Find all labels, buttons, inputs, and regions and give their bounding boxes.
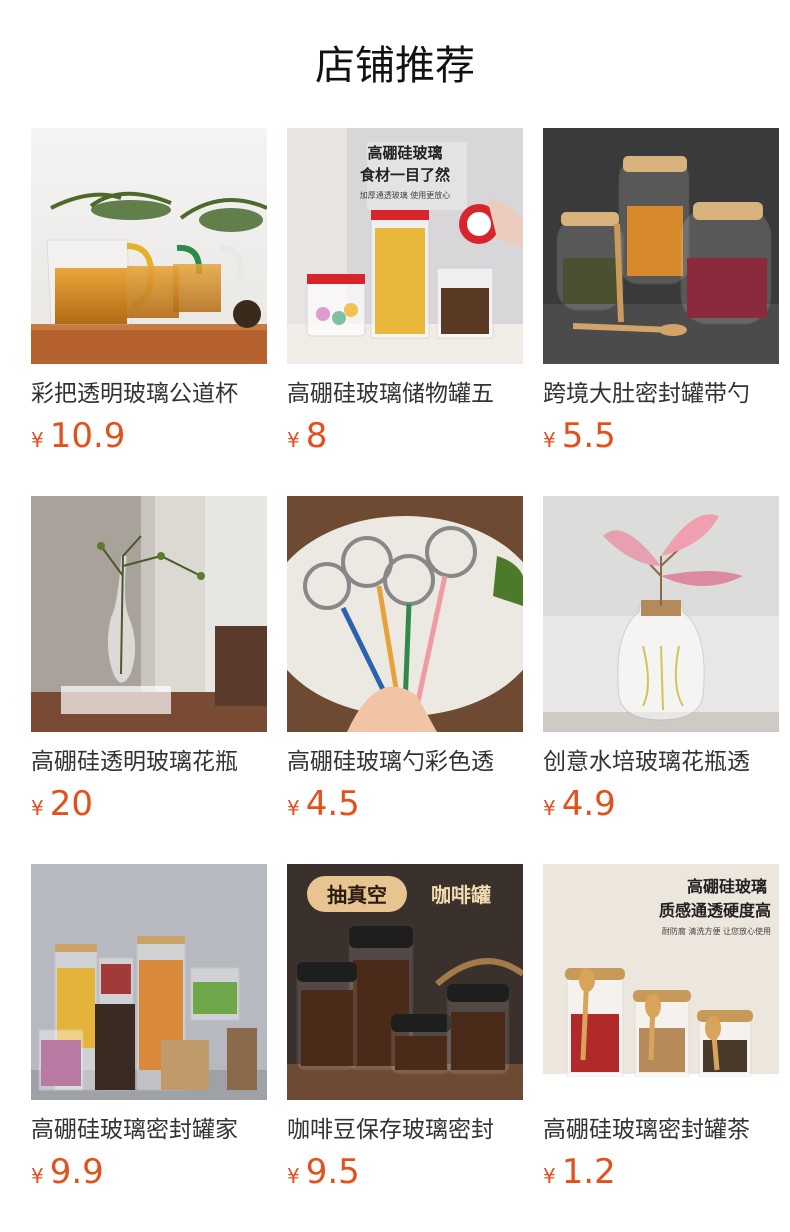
product-image[interactable]: 抽真空 咖啡罐 xyxy=(287,864,523,1100)
price-value: 4.5 xyxy=(305,784,360,824)
product-price: ¥4.5 xyxy=(287,784,523,824)
currency-symbol: ¥ xyxy=(31,1164,44,1188)
product-card[interactable]: 彩把透明玻璃公道杯 ¥10.9 xyxy=(31,128,267,496)
product-name[interactable]: 跨境大肚密封罐带勺 xyxy=(543,378,779,410)
product-name[interactable]: 高硼硅玻璃储物罐五 xyxy=(287,378,523,410)
price-value: 5.5 xyxy=(561,416,616,456)
product-image[interactable] xyxy=(31,128,267,364)
product-card[interactable]: 高硼硅玻璃勺彩色透 ¥4.5 xyxy=(287,496,523,864)
product-image[interactable]: 高硼硅玻璃 质感通透硬度高 耐防腐 清洗方便 让您放心使用 xyxy=(543,864,779,1100)
price-value: 9.5 xyxy=(305,1152,360,1192)
product-price: ¥5.5 xyxy=(543,416,779,456)
product-name[interactable]: 高硼硅玻璃密封罐茶 xyxy=(543,1114,779,1146)
overlay-line: 食材一目了然 xyxy=(360,166,450,184)
product-name[interactable]: 彩把透明玻璃公道杯 xyxy=(31,378,267,410)
overlay-line: 抽真空 xyxy=(327,883,387,907)
price-value: 10.9 xyxy=(49,416,126,456)
currency-symbol: ¥ xyxy=(31,796,44,820)
price-value: 8 xyxy=(305,416,328,456)
product-price: ¥1.2 xyxy=(543,1152,779,1192)
product-name[interactable]: 创意水培玻璃花瓶透 xyxy=(543,746,779,778)
product-card[interactable]: 跨境大肚密封罐带勺 ¥5.5 xyxy=(543,128,779,496)
page-title: 店铺推荐 xyxy=(315,43,475,89)
currency-symbol: ¥ xyxy=(543,796,556,820)
product-price: ¥10.9 xyxy=(31,416,267,456)
product-image[interactable] xyxy=(31,864,267,1100)
product-card[interactable]: 高硼硅玻璃 食材一目了然 加厚通透玻璃 使用更放心 高硼硅玻璃储物罐五 ¥8 xyxy=(287,128,523,496)
product-image[interactable] xyxy=(543,128,779,364)
currency-symbol: ¥ xyxy=(287,1164,300,1188)
currency-symbol: ¥ xyxy=(287,796,300,820)
product-price: ¥20 xyxy=(31,784,267,824)
overlay-line: 加厚通透玻璃 使用更放心 xyxy=(360,190,451,200)
price-value: 4.9 xyxy=(561,784,616,824)
overlay-line: 高硼硅玻璃 xyxy=(687,877,767,896)
product-image[interactable]: 高硼硅玻璃 食材一目了然 加厚通透玻璃 使用更放心 xyxy=(287,128,523,364)
product-image[interactable] xyxy=(31,496,267,732)
product-image[interactable] xyxy=(543,496,779,732)
product-name[interactable]: 高硼硅玻璃密封罐家 xyxy=(31,1114,267,1146)
product-name[interactable]: 高硼硅玻璃勺彩色透 xyxy=(287,746,523,778)
product-card[interactable]: 高硼硅透明玻璃花瓶 ¥20 xyxy=(31,496,267,864)
product-card[interactable]: 高硼硅玻璃 质感通透硬度高 耐防腐 清洗方便 让您放心使用 高硼硅玻璃密封罐茶 … xyxy=(543,864,779,1232)
product-price: ¥9.9 xyxy=(31,1152,267,1192)
product-grid: 彩把透明玻璃公道杯 ¥10.9 高硼硅玻璃 食材一目了然 加厚通透玻璃 使用更放… xyxy=(31,128,779,1232)
product-price: ¥9.5 xyxy=(287,1152,523,1192)
overlay-line: 高硼硅玻璃 xyxy=(367,144,442,162)
price-value: 1.2 xyxy=(561,1152,616,1192)
product-price: ¥8 xyxy=(287,416,523,456)
overlay-line: 耐防腐 清洗方便 让您放心使用 xyxy=(662,926,771,936)
overlay-line: 质感通透硬度高 xyxy=(659,901,771,920)
currency-symbol: ¥ xyxy=(31,428,44,452)
price-value: 9.9 xyxy=(49,1152,104,1192)
product-name[interactable]: 咖啡豆保存玻璃密封 xyxy=(287,1114,523,1146)
product-image[interactable] xyxy=(287,496,523,732)
price-value: 20 xyxy=(49,784,93,824)
overlay-line: 咖啡罐 xyxy=(431,883,491,907)
product-price: ¥4.9 xyxy=(543,784,779,824)
currency-symbol: ¥ xyxy=(543,1164,556,1188)
product-card[interactable]: 高硼硅玻璃密封罐家 ¥9.9 xyxy=(31,864,267,1232)
currency-symbol: ¥ xyxy=(287,428,300,452)
product-card[interactable]: 抽真空 咖啡罐 咖啡豆保存玻璃密封 ¥9.5 xyxy=(287,864,523,1232)
product-card[interactable]: 创意水培玻璃花瓶透 ¥4.9 xyxy=(543,496,779,864)
currency-symbol: ¥ xyxy=(543,428,556,452)
product-name[interactable]: 高硼硅透明玻璃花瓶 xyxy=(31,746,267,778)
